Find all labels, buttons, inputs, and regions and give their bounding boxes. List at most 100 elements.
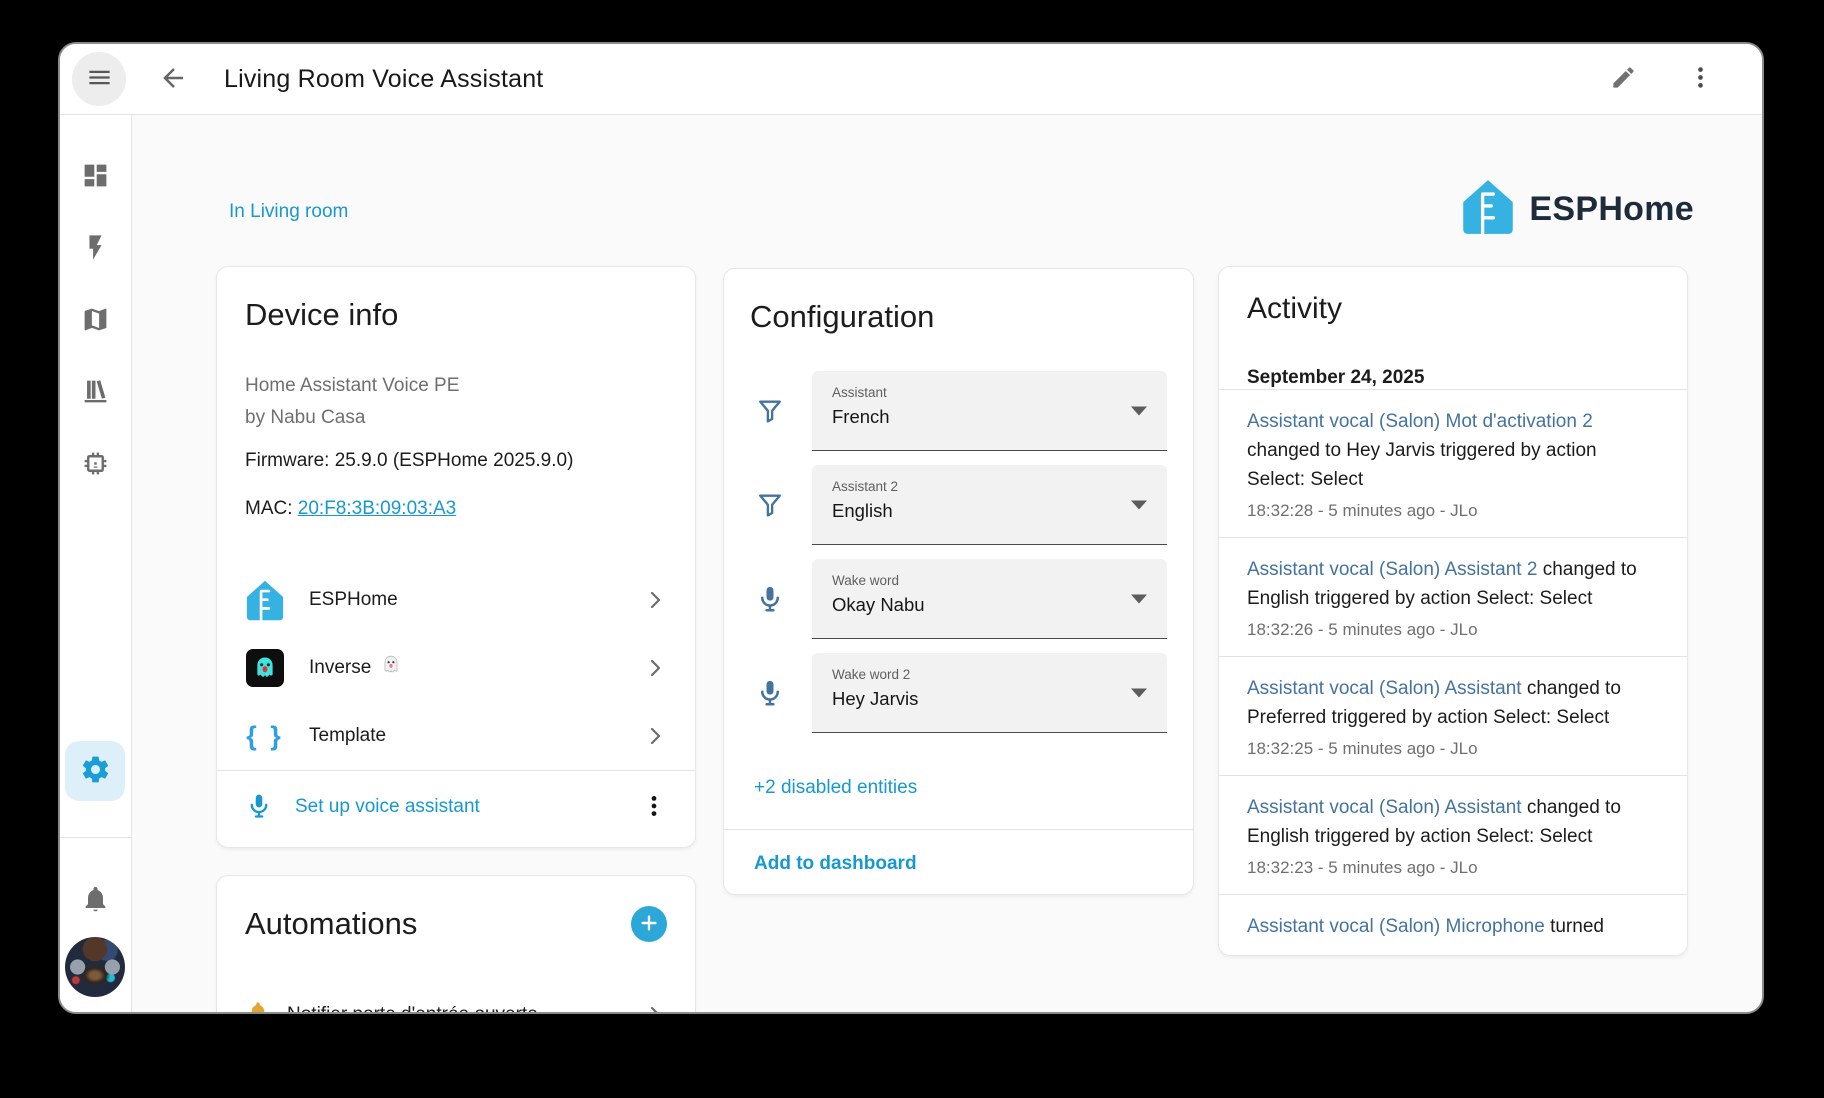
entry-timestamp: 18:32:23 - 5 minutes ago - JLo — [1247, 858, 1659, 878]
automations-card: Automations Notifier porte d'entrée ouve… — [216, 875, 696, 1014]
chevron-right-icon — [643, 1003, 667, 1014]
select-label: Assistant — [832, 385, 1147, 400]
device-info-card: Device info Home Assistant Voice PE by N… — [216, 266, 696, 848]
chevron-right-icon — [643, 656, 667, 680]
dropdown-caret-icon — [1131, 594, 1147, 603]
pencil-icon — [1610, 64, 1637, 94]
activity-entry-clipped: Assistant vocal (Salon) Microphone turne… — [1247, 895, 1659, 956]
plus-icon — [638, 912, 660, 937]
esphome-logo-icon — [1462, 179, 1514, 240]
esphome-house-icon — [245, 580, 285, 621]
app-window: Living Room Voice Assistant — [58, 42, 1764, 1014]
overflow-menu-button[interactable] — [1687, 64, 1714, 94]
configuration-card: Configuration Assistant French — [723, 268, 1194, 895]
dashboard-icon — [81, 161, 110, 193]
entity-link[interactable]: Assistant vocal (Salon) Assistant 2 — [1247, 559, 1537, 580]
ghost-emoji-icon — [379, 653, 403, 683]
chevron-right-icon — [643, 724, 667, 748]
sidebar-item-logbook[interactable] — [76, 373, 116, 413]
sidebar-item-developer-tools[interactable] — [76, 445, 116, 485]
device-link-label: ESPHome — [309, 589, 398, 611]
sidebar-menu-button[interactable] — [72, 52, 126, 106]
ghost-app-icon — [245, 649, 285, 687]
select-value: Hey Jarvis — [832, 688, 1147, 710]
chevron-right-icon — [643, 588, 667, 612]
sidebar-divider — [60, 837, 131, 838]
config-row-wake-word-2: Wake word 2 Hey Jarvis — [750, 653, 1167, 733]
sidebar-item-energy[interactable] — [76, 229, 116, 269]
voice-assistant-overflow-button[interactable] — [641, 793, 667, 822]
dropdown-caret-icon — [1131, 688, 1147, 697]
user-avatar[interactable] — [65, 937, 125, 997]
entry-text: turned — [1545, 916, 1604, 937]
select-label: Wake word 2 — [832, 667, 1147, 682]
dropdown-caret-icon — [1131, 406, 1147, 415]
activity-date: September 24, 2025 — [1247, 367, 1659, 389]
setup-voice-assistant-button[interactable]: Set up voice assistant — [245, 792, 480, 823]
activity-title: Activity — [1247, 291, 1659, 327]
mac-address-link[interactable]: 20:F8:3B:09:03:A3 — [298, 498, 456, 519]
device-info-title: Device info — [245, 297, 667, 333]
add-automation-button[interactable] — [631, 906, 667, 942]
notifications-button[interactable] — [75, 881, 115, 921]
entity-link[interactable]: Assistant vocal (Salon) Microphone — [1247, 916, 1545, 937]
bell-icon — [80, 884, 111, 918]
configuration-title: Configuration — [750, 299, 1167, 335]
dots-vertical-icon — [1687, 64, 1714, 94]
chip-icon — [81, 449, 110, 481]
braces-icon: { } — [245, 721, 285, 752]
device-link-template[interactable]: { } Template — [245, 702, 667, 770]
wake-word-2-select[interactable]: Wake word 2 Hey Jarvis — [812, 653, 1167, 733]
bookshelf-icon — [81, 377, 110, 409]
bell-emoji-icon — [245, 1000, 271, 1015]
arrow-left-icon — [158, 63, 188, 96]
entry-text: changed to Hey Jarvis triggered by actio… — [1247, 440, 1597, 490]
device-firmware: Firmware: 25.9.0 (ESPHome 2025.9.0) — [245, 450, 667, 472]
select-label: Wake word — [832, 573, 1147, 588]
dots-vertical-icon — [641, 793, 667, 822]
rename-device-button[interactable] — [1610, 64, 1637, 94]
entity-link[interactable]: Assistant vocal (Salon) Mot d'activation… — [1247, 411, 1593, 432]
device-mac: MAC: 20:F8:3B:09:03:A3 — [245, 498, 667, 520]
add-to-dashboard-link[interactable]: Add to dashboard — [754, 853, 917, 875]
microphone-icon — [750, 678, 790, 708]
gear-icon — [80, 754, 111, 788]
activity-entry: Assistant vocal (Salon) Assistant change… — [1247, 657, 1659, 775]
map-icon — [81, 305, 110, 337]
device-link-esphome[interactable]: ESPHome — [245, 566, 667, 634]
area-breadcrumb-link[interactable]: In Living room — [229, 201, 348, 223]
microphone-icon — [750, 584, 790, 614]
entity-link[interactable]: Assistant vocal (Salon) Assistant — [1247, 678, 1522, 699]
main-content: In Living room ESPHome Device — [132, 115, 1762, 1014]
sidebar-item-map[interactable] — [76, 301, 116, 341]
sidebar — [60, 115, 132, 1014]
filter-icon — [750, 490, 790, 520]
activity-entry: Assistant vocal (Salon) Mot d'activation… — [1247, 390, 1659, 537]
entity-link[interactable]: Assistant vocal (Salon) Assistant — [1247, 797, 1522, 818]
sidebar-item-dashboard[interactable] — [76, 157, 116, 197]
app-header: Living Room Voice Assistant — [60, 44, 1762, 115]
device-model: Home Assistant Voice PE — [245, 370, 667, 402]
activity-entry: Assistant vocal (Salon) Assistant change… — [1247, 776, 1659, 894]
device-link-inverse[interactable]: Inverse — [245, 634, 667, 702]
microphone-icon — [245, 792, 273, 823]
disabled-entities-link[interactable]: +2 disabled entities — [754, 777, 917, 799]
assistant-2-select[interactable]: Assistant 2 English — [812, 465, 1167, 545]
automation-label: Notifier porte d'entrée ouverte — [287, 1004, 538, 1014]
sidebar-item-settings-selected[interactable] — [65, 741, 125, 801]
select-value: Okay Nabu — [832, 594, 1147, 616]
esphome-brand[interactable]: ESPHome — [1462, 179, 1694, 240]
activity-entry: Assistant vocal (Salon) Assistant 2 chan… — [1247, 538, 1659, 656]
config-row-assistant-2: Assistant 2 English — [750, 465, 1167, 545]
assistant-select[interactable]: Assistant French — [812, 371, 1167, 451]
brand-name: ESPHome — [1529, 190, 1694, 229]
select-label: Assistant 2 — [832, 479, 1147, 494]
dropdown-caret-icon — [1131, 500, 1147, 509]
device-manufacturer: by Nabu Casa — [245, 402, 667, 434]
back-button[interactable] — [158, 63, 188, 96]
config-row-assistant: Assistant French — [750, 371, 1167, 451]
device-link-label: Inverse — [309, 657, 371, 679]
automations-title: Automations — [245, 906, 417, 942]
automation-item[interactable]: Notifier porte d'entrée ouverte — [245, 990, 667, 1014]
wake-word-select[interactable]: Wake word Okay Nabu — [812, 559, 1167, 639]
